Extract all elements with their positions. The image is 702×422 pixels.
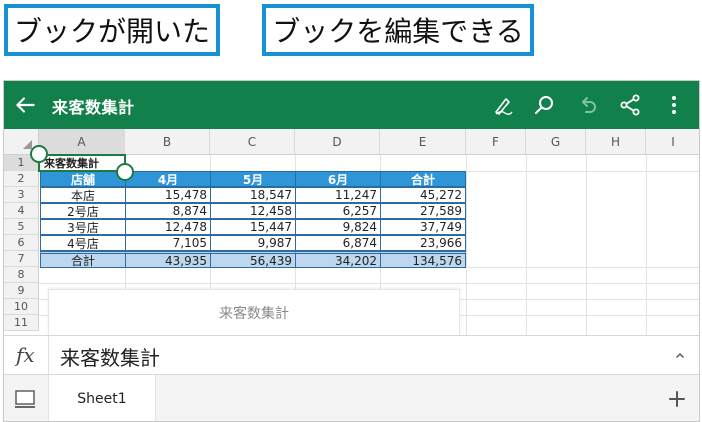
column-header-c[interactable]: C bbox=[210, 129, 295, 155]
table-cell[interactable]: 8,874 bbox=[125, 203, 211, 219]
table-cell[interactable]: 12,478 bbox=[125, 219, 211, 235]
total-cell[interactable]: 56,439 bbox=[210, 251, 296, 268]
callout-book-editable: ブックを編集できる bbox=[262, 4, 534, 56]
formula-bar: fx 来客数集計 bbox=[4, 335, 699, 376]
table-cell[interactable]: 27,589 bbox=[380, 203, 466, 219]
share-icon[interactable] bbox=[618, 93, 642, 117]
table-cell[interactable]: 9,824 bbox=[295, 219, 381, 235]
keyboard-toggle-icon[interactable] bbox=[14, 389, 36, 409]
search-icon[interactable] bbox=[532, 93, 556, 117]
total-cell[interactable]: 134,576 bbox=[380, 251, 466, 268]
selection-box bbox=[38, 154, 126, 172]
pen-icon[interactable] bbox=[492, 93, 516, 117]
header-cell-april[interactable]: 4月 bbox=[125, 171, 211, 187]
formula-bar-divider bbox=[48, 336, 49, 376]
column-header-a[interactable]: A bbox=[39, 129, 125, 155]
column-header-f[interactable]: F bbox=[466, 129, 526, 155]
selection-handle-bottom-right[interactable] bbox=[116, 163, 134, 181]
table-cell[interactable]: 6,874 bbox=[295, 235, 381, 251]
back-arrow-icon[interactable] bbox=[12, 92, 38, 118]
callout-book-opened: ブックが開いた bbox=[4, 4, 220, 56]
row-header-11[interactable]: 11 bbox=[4, 315, 39, 331]
table-cell[interactable]: 4号店 bbox=[40, 235, 126, 251]
table-cell[interactable]: 11,247 bbox=[295, 187, 381, 203]
table-cell[interactable]: 37,749 bbox=[380, 219, 466, 235]
header-cell-total[interactable]: 合計 bbox=[380, 171, 466, 187]
formula-bar-input[interactable]: 来客数集計 bbox=[60, 342, 160, 371]
gridline bbox=[586, 155, 587, 335]
table-cell[interactable]: 15,478 bbox=[125, 187, 211, 203]
table-cell[interactable]: 3号店 bbox=[40, 219, 126, 235]
column-header-e[interactable]: E bbox=[380, 129, 466, 155]
fx-label: fx bbox=[16, 343, 35, 367]
row-header-4[interactable]: 4 bbox=[4, 203, 39, 219]
callout-left-text: ブックが開いた bbox=[13, 15, 210, 48]
gridline bbox=[646, 155, 647, 335]
column-header-d[interactable]: D bbox=[295, 129, 380, 155]
row-header-9[interactable]: 9 bbox=[4, 283, 39, 299]
sheet-tab-bar: Sheet1 bbox=[4, 375, 699, 421]
cell-edit-preview-text: 来客数集計 bbox=[219, 306, 289, 322]
cell-edit-preview: 来客数集計 bbox=[48, 289, 460, 337]
selection-handle-top-left[interactable] bbox=[30, 145, 48, 163]
total-cell[interactable]: 34,202 bbox=[295, 251, 381, 268]
table-cell[interactable]: 6,257 bbox=[295, 203, 381, 219]
column-header-b[interactable]: B bbox=[125, 129, 210, 155]
gridline bbox=[526, 155, 527, 335]
row-header-10[interactable]: 10 bbox=[4, 299, 39, 315]
total-cell[interactable]: 合計 bbox=[40, 251, 126, 268]
row-header-2[interactable]: 2 bbox=[4, 171, 39, 187]
sheet-tab-label: Sheet1 bbox=[77, 391, 127, 407]
select-all-triangle-icon bbox=[23, 140, 32, 149]
excel-app-window: 来客数集計 A B C D E F G H I 1 2 3 4 5 6 7 8 … bbox=[3, 80, 700, 422]
table-cell[interactable]: 2号店 bbox=[40, 203, 126, 219]
header-cell-june[interactable]: 6月 bbox=[295, 171, 381, 187]
table-cell[interactable]: 23,966 bbox=[380, 235, 466, 251]
table-cell[interactable]: 7,105 bbox=[125, 235, 211, 251]
table-cell[interactable]: 45,272 bbox=[380, 187, 466, 203]
table-cell[interactable]: 本店 bbox=[40, 187, 126, 203]
sheet-tab-sheet1[interactable]: Sheet1 bbox=[48, 375, 156, 421]
chevron-up-icon[interactable] bbox=[673, 348, 687, 362]
more-vert-icon[interactable] bbox=[662, 93, 686, 117]
row-header-7[interactable]: 7 bbox=[4, 251, 39, 267]
workbook-title: 来客数集計 bbox=[52, 98, 135, 117]
add-sheet-icon[interactable] bbox=[665, 387, 689, 411]
table-cell[interactable]: 9,987 bbox=[210, 235, 296, 251]
row-header-8[interactable]: 8 bbox=[4, 267, 39, 283]
column-header-h[interactable]: H bbox=[586, 129, 646, 155]
header-cell-may[interactable]: 5月 bbox=[210, 171, 296, 187]
app-bar: 来客数集計 bbox=[4, 81, 699, 129]
total-cell[interactable]: 43,935 bbox=[125, 251, 211, 268]
gridline bbox=[466, 155, 467, 335]
column-header-i[interactable]: I bbox=[646, 129, 699, 155]
table-cell[interactable]: 12,458 bbox=[210, 203, 296, 219]
gridline bbox=[39, 283, 699, 284]
callout-right-text: ブックを編集できる bbox=[272, 15, 524, 48]
header-cell-store[interactable]: 店舗 bbox=[40, 171, 126, 187]
row-header-3[interactable]: 3 bbox=[4, 187, 39, 203]
table-cell[interactable]: 15,447 bbox=[210, 219, 296, 235]
undo-icon[interactable] bbox=[576, 93, 600, 117]
row-header-6[interactable]: 6 bbox=[4, 235, 39, 251]
row-header-5[interactable]: 5 bbox=[4, 219, 39, 235]
column-header-g[interactable]: G bbox=[526, 129, 586, 155]
table-cell[interactable]: 18,547 bbox=[210, 187, 296, 203]
